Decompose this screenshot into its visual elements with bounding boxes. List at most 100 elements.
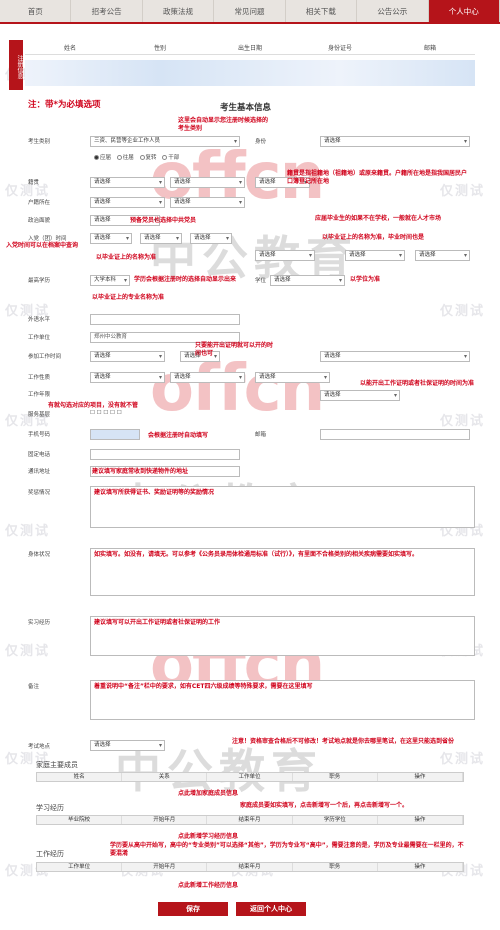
label-email: 邮箱	[255, 432, 267, 438]
annotation: 以学位为准	[350, 276, 381, 283]
radio-icon[interactable]	[116, 155, 122, 160]
party-month-select[interactable]: 请选择	[140, 233, 182, 244]
col-email: 邮箱	[423, 45, 436, 52]
watermark: 仅测试	[440, 752, 486, 767]
members-header: 姓名 性别 出生日期 身份证号 邮箱	[25, 43, 475, 55]
tab-personal-center[interactable]: 个人中心	[428, 0, 500, 22]
tab-download[interactable]: 相关下载	[286, 0, 358, 22]
save-button[interactable]: 保存	[158, 902, 228, 916]
register-info-tag: 注册信息	[9, 40, 23, 90]
remark-textarea[interactable]: 着重说明中“备注”栏中的要求，如有CET四六级成绩等特殊要求，需要在这里填写	[90, 680, 475, 720]
exam-place-select[interactable]: 请选择	[90, 740, 165, 751]
native-city-select[interactable]: 请选择	[170, 177, 245, 188]
label-work-unit: 工作单位	[28, 335, 51, 341]
add-work-link[interactable]: 点此新增工作经历信息	[178, 882, 238, 890]
annotation: 学历会根据注册时的选择自动显示出来	[134, 276, 237, 283]
section-title: 考生基本信息	[220, 103, 272, 113]
tab-policy[interactable]: 政策法规	[143, 0, 215, 22]
col-id: 身份证号	[327, 45, 352, 52]
health-textarea[interactable]: 如实填写。如没有，请填无。可以参考《公务员录用体检通用标准（试行）》，有里面不合…	[90, 548, 475, 596]
label-exam-cat: 考生类别	[28, 139, 51, 145]
identity-select[interactable]: 请选择	[320, 136, 470, 147]
study-section-title: 学习经历	[36, 804, 64, 812]
annotation: 入党时间可以在档案中查询	[6, 242, 79, 249]
phone-input[interactable]	[90, 429, 140, 440]
study-table-head: 毕业院校 开始年月 结束年月 学历学位 操作	[36, 815, 464, 825]
label-health: 身体状况	[28, 552, 51, 558]
label-phone2: 固定电话	[28, 452, 51, 458]
col-name: 姓名	[63, 45, 76, 52]
practice-textarea[interactable]: 建议填写可以开出工作证明或者社保证明的工作	[90, 616, 475, 656]
phone2-input[interactable]	[90, 449, 240, 460]
grad-year-select[interactable]: 请选择	[255, 250, 315, 261]
back-to-center-button[interactable]: 返回个人中心	[236, 902, 306, 916]
annotation: 只要能开出证明就可以开的时间也可	[195, 342, 274, 357]
radio-icon[interactable]	[162, 155, 168, 160]
annotation: 建议填写家庭常收到快递物件的地址	[92, 468, 189, 475]
work-nature2-select[interactable]: 请选择	[170, 372, 245, 383]
annotation: 应届毕业生的如果不在学校，一般就在人才市场	[315, 215, 442, 222]
annotation: 着重说明中“备注”栏中的要求，如有CET四六级成绩等特殊要求，需要在这里填写	[94, 683, 313, 690]
party-day-select[interactable]: 请选择	[190, 233, 232, 244]
label-degree-edu: 最高学历	[28, 278, 51, 284]
foreign-input[interactable]	[90, 314, 240, 325]
watermark: 仅测试	[5, 644, 51, 659]
add-study-link[interactable]: 点此新增学习经历信息	[178, 833, 238, 841]
add-family-link[interactable]: 点此增加家庭成员信息	[178, 790, 238, 798]
party-year-select[interactable]: 请选择	[90, 233, 132, 244]
col-gender: 性别	[153, 45, 166, 52]
label-work-nature: 工作性质	[28, 375, 51, 381]
tab-announce[interactable]: 公告公示	[357, 0, 429, 22]
label-degree: 学位	[255, 278, 267, 284]
base-years-select[interactable]: 请选择	[320, 390, 400, 401]
label-practice: 实习经历	[28, 620, 51, 626]
exam-cat-select[interactable]: 三资、民营等企业工作人员	[90, 136, 240, 147]
required-note: 注：带*为必填选项	[28, 100, 101, 110]
label-exam-place: 考试地点	[28, 744, 51, 750]
tab-home[interactable]: 首页	[0, 0, 72, 22]
col-birth: 出生日期	[237, 45, 262, 52]
email-input[interactable]	[320, 429, 470, 440]
work-nature-select[interactable]: 请选择	[90, 372, 165, 383]
label-work-years: 工作年限	[28, 392, 51, 398]
top-nav: 首页 招考公告 政策法规 常见问题 相关下载 公告公示 个人中心	[0, 0, 500, 22]
label-service: 服务基层	[28, 412, 51, 418]
radio-group: 应届 往届 复转 干部	[90, 153, 179, 161]
offcn-logo-watermark: offcn	[150, 352, 325, 426]
annotation: 建议填写可以开出工作证明或者社保证明的工作	[94, 619, 221, 626]
join-year-select[interactable]: 请选择	[90, 351, 165, 362]
label-join-work: 参加工作时间	[28, 354, 62, 360]
annotation: 以毕业证上的名称为准，毕业时间也是	[322, 234, 425, 241]
work-section-title: 工作经历	[36, 850, 64, 858]
annotation: 学历要从高中开始写，高中的“专业类别”可以选择“其他”，学历为专业写“高中”，需…	[110, 842, 464, 857]
degree-select[interactable]: 请选择	[270, 275, 345, 286]
hukou-province-select[interactable]: 请选择	[90, 197, 165, 208]
radio-icon[interactable]	[94, 155, 99, 160]
tab-faq[interactable]: 常见问题	[214, 0, 286, 22]
service-checkboxes[interactable]: ☐ ☐ ☐ ☐ ☐	[90, 410, 122, 416]
grad-day-select[interactable]: 请选择	[415, 250, 470, 261]
native-province-select[interactable]: 请选择	[90, 177, 165, 188]
label-politics: 政治面貌	[28, 218, 51, 224]
family-table-head: 姓名 关系 工作单位 职务 操作	[36, 772, 464, 782]
degree-edu-select[interactable]: 大学本科	[90, 275, 130, 286]
awards-textarea[interactable]: 建议填写所获得证书、奖励证明等的奖励情况	[90, 486, 475, 528]
grad-month-select[interactable]: 请选择	[345, 250, 405, 261]
label-address: 通讯地址	[28, 469, 51, 475]
label-identity: 身份	[255, 139, 267, 145]
work-table-head: 工作单位 开始年月 结束年月 职务 操作	[36, 862, 464, 872]
social-security-select[interactable]: 请选择	[255, 372, 330, 383]
annotation: 以毕业证上的专业名称为准	[92, 294, 165, 301]
radio-icon[interactable]	[139, 155, 145, 160]
nav-underline	[0, 22, 500, 24]
unit-nature-select[interactable]: 请选择	[320, 351, 470, 362]
annotation: 如实填写。如没有，请填无。可以参考《公务员录用体检通用标准（试行）》，有里面不合…	[94, 551, 419, 558]
label-native: 籍贯	[28, 180, 40, 186]
annotation: 建议填写所获得证书、奖励证明等的奖励情况	[94, 489, 215, 496]
label-phone: 手机号码	[28, 432, 51, 438]
tab-notice[interactable]: 招考公告	[71, 0, 143, 22]
annotation: 家庭成员要如实填写，点击新增写一个后，再点击新增写一个。	[240, 802, 409, 809]
hukou-city-select[interactable]: 请选择	[170, 197, 245, 208]
label-foreign: 外语水平	[28, 317, 51, 323]
annotation: 籍贯是指祖籍地（祖籍地）或原来籍贯。户籍所在地是指我国居民户口簿登记所在地	[287, 170, 468, 185]
